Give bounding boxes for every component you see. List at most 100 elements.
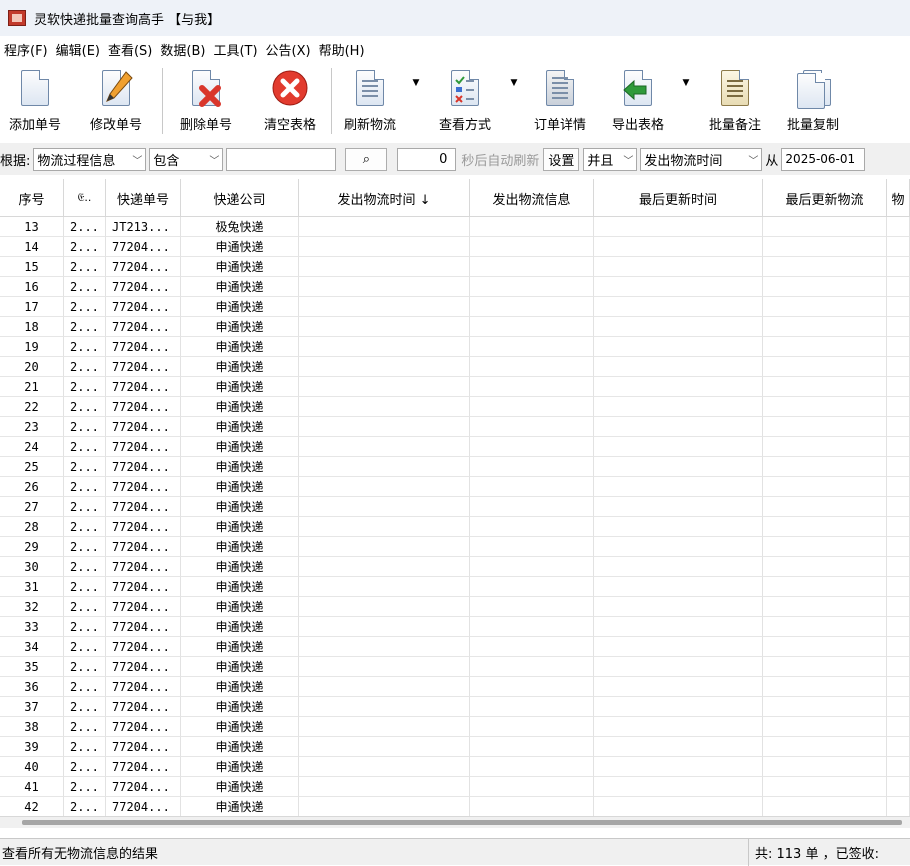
- table-row[interactable]: 30 2... 77204... 申通快递: [0, 557, 910, 577]
- cell-last-update-time: [594, 357, 763, 377]
- cell-last-update-time: [594, 797, 763, 816]
- cell-last-update-time: [594, 617, 763, 637]
- cell-carrier: 申通快递: [181, 717, 299, 737]
- edit-number-button[interactable]: 修改单号: [70, 62, 162, 138]
- cell-truncated-right: [887, 597, 910, 617]
- menu-program[interactable]: 程序(F): [0, 40, 52, 59]
- menu-view[interactable]: 查看(S): [104, 40, 156, 59]
- menu-notice[interactable]: 公告(X): [262, 40, 315, 59]
- cell-ship-time: [299, 357, 470, 377]
- clear-x-icon: [270, 68, 310, 108]
- table-row[interactable]: 19 2... 77204... 申通快递: [0, 337, 910, 357]
- col-header-truncated-right[interactable]: 物: [887, 179, 910, 217]
- cell-ship-time: [299, 277, 470, 297]
- filter-operator-select[interactable]: 包含 ﹀: [149, 147, 224, 171]
- table-row[interactable]: 26 2... 77204... 申通快递: [0, 477, 910, 497]
- cell-tracking-number: 77204...: [106, 717, 181, 737]
- table-row[interactable]: 35 2... 77204... 申通快递: [0, 657, 910, 677]
- cell-ship-time: [299, 377, 470, 397]
- settings-button[interactable]: 设置: [543, 147, 580, 171]
- cell-truncated-right: [887, 337, 910, 357]
- table-row[interactable]: 28 2... 77204... 申通快递: [0, 517, 910, 537]
- menu-help[interactable]: 帮助(H): [315, 40, 369, 59]
- col-header-ship-info[interactable]: 发出物流信息: [470, 179, 594, 217]
- table-row[interactable]: 22 2... 77204... 申通快递: [0, 397, 910, 417]
- menu-tools[interactable]: 工具(T): [209, 40, 261, 59]
- cell-truncated: 2...: [64, 577, 106, 597]
- menu-edit[interactable]: 编辑(E): [52, 40, 104, 59]
- cell-truncated-right: [887, 477, 910, 497]
- cell-carrier: 申通快递: [181, 577, 299, 597]
- logic-select[interactable]: 并且 ﹀: [583, 147, 638, 171]
- table-row[interactable]: 31 2... 77204... 申通快递: [0, 577, 910, 597]
- filter-field-select[interactable]: 物流过程信息 ﹀: [33, 147, 147, 171]
- table-row[interactable]: 32 2... 77204... 申通快递: [0, 597, 910, 617]
- refresh-dropdown-arrow[interactable]: ▼: [408, 62, 424, 138]
- view-mode-button[interactable]: 查看方式: [424, 62, 506, 138]
- table-row[interactable]: 34 2... 77204... 申通快递: [0, 637, 910, 657]
- table-row[interactable]: 13 2... JT213... 极兔快递: [0, 217, 910, 237]
- table-row[interactable]: 29 2... 77204... 申通快递: [0, 537, 910, 557]
- time-field-select[interactable]: 发出物流时间 ﹀: [640, 147, 763, 171]
- table-row[interactable]: 39 2... 77204... 申通快递: [0, 737, 910, 757]
- table-row[interactable]: 41 2... 77204... 申通快递: [0, 777, 910, 797]
- cell-ship-info: [470, 317, 594, 337]
- table-row[interactable]: 27 2... 77204... 申通快递: [0, 497, 910, 517]
- table-row[interactable]: 40 2... 77204... 申通快递: [0, 757, 910, 777]
- refresh-logistics-button[interactable]: 刷新物流: [332, 62, 408, 138]
- table-row[interactable]: 16 2... 77204... 申通快递: [0, 277, 910, 297]
- refresh-seconds-input[interactable]: 0: [397, 147, 457, 171]
- cell-ship-info: [470, 217, 594, 237]
- order-detail-button[interactable]: 订单详情: [522, 62, 598, 138]
- cell-ship-info: [470, 457, 594, 477]
- search-button[interactable]: ⌕: [345, 147, 388, 171]
- batch-copy-button[interactable]: 批量复制: [776, 62, 850, 138]
- cell-tracking-number: 77204...: [106, 697, 181, 717]
- col-header-tracking-number[interactable]: 快递单号: [106, 179, 181, 217]
- cell-truncated-right: [887, 457, 910, 477]
- cell-last-update-info: [763, 417, 887, 437]
- table-row[interactable]: 24 2... 77204... 申通快递: [0, 437, 910, 457]
- cell-ship-info: [470, 277, 594, 297]
- table-row[interactable]: 38 2... 77204... 申通快递: [0, 717, 910, 737]
- from-date-input[interactable]: 2025-06-01: [781, 147, 866, 171]
- keyword-input[interactable]: [226, 147, 337, 171]
- cell-tracking-number: 77204...: [106, 537, 181, 557]
- table-row[interactable]: 33 2... 77204... 申通快递: [0, 617, 910, 637]
- table-row[interactable]: 18 2... 77204... 申通快递: [0, 317, 910, 337]
- cell-ship-info: [470, 437, 594, 457]
- cell-carrier: 申通快递: [181, 657, 299, 677]
- view-mode-dropdown-arrow[interactable]: ▼: [506, 62, 522, 138]
- horizontal-scrollbar[interactable]: [0, 816, 910, 828]
- table-row[interactable]: 23 2... 77204... 申通快递: [0, 417, 910, 437]
- scrollbar-thumb[interactable]: [22, 820, 902, 825]
- add-number-button[interactable]: 添加单号: [0, 62, 70, 138]
- cell-carrier: 申通快递: [181, 277, 299, 297]
- col-header-ship-time[interactable]: 发出物流时间 ↓: [299, 179, 470, 217]
- chevron-down-icon: ﹀: [748, 155, 759, 167]
- export-table-button[interactable]: 导出表格: [598, 62, 678, 138]
- col-header-carrier[interactable]: 快递公司: [181, 179, 299, 217]
- cell-truncated-right: [887, 577, 910, 597]
- batch-note-button[interactable]: 批量备注: [694, 62, 776, 138]
- col-header-last-update-info[interactable]: 最后更新物流: [763, 179, 887, 217]
- col-header-index[interactable]: 序号: [0, 179, 64, 217]
- checklist-icon: [445, 68, 485, 108]
- table-row[interactable]: 15 2... 77204... 申通快递: [0, 257, 910, 277]
- table-row[interactable]: 21 2... 77204... 申通快递: [0, 377, 910, 397]
- table-row[interactable]: 42 2... 77204... 申通快递: [0, 797, 910, 816]
- export-dropdown-arrow[interactable]: ▼: [678, 62, 694, 138]
- table-row[interactable]: 14 2... 77204... 申通快递: [0, 237, 910, 257]
- cell-last-update-time: [594, 417, 763, 437]
- col-header-last-update-time[interactable]: 最后更新时间: [594, 179, 763, 217]
- delete-number-button[interactable]: 删除单号: [163, 62, 249, 138]
- table-row[interactable]: 37 2... 77204... 申通快递: [0, 697, 910, 717]
- table-row[interactable]: 17 2... 77204... 申通快递: [0, 297, 910, 317]
- col-header-truncated[interactable]: 𝔈..: [64, 179, 106, 217]
- table-row[interactable]: 20 2... 77204... 申通快递: [0, 357, 910, 377]
- cell-tracking-number: 77204...: [106, 557, 181, 577]
- table-row[interactable]: 36 2... 77204... 申通快递: [0, 677, 910, 697]
- menu-data[interactable]: 数据(B): [156, 40, 209, 59]
- table-row[interactable]: 25 2... 77204... 申通快递: [0, 457, 910, 477]
- clear-table-button[interactable]: 清空表格: [249, 62, 331, 138]
